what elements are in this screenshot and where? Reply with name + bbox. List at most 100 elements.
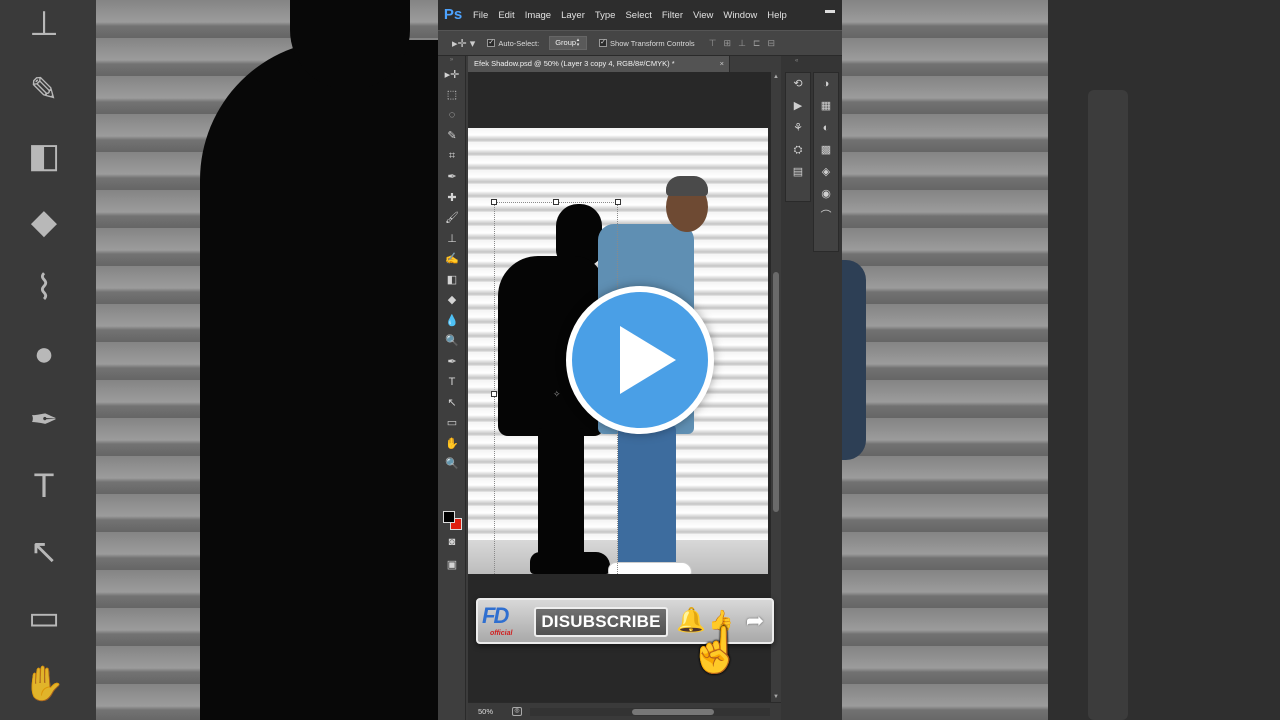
transform-handle[interactable]	[553, 199, 559, 205]
align-bottom-icon[interactable]: ⊥	[738, 38, 746, 49]
person-beanie	[666, 176, 708, 196]
toolbox: » ▸✛ ⬚ ◌ ✎ ⌗ ✒ ✚ 🖌 ⊥ ✍ ◧ ◆ 💧 🔍 ✒ T ↖ ▭ ✋ 🔍 ◙ ▣	[438, 56, 466, 720]
backdrop-bucket-icon: ◆	[30, 203, 58, 241]
eraser-tool-icon[interactable]: ◧	[438, 269, 466, 290]
scroll-up-icon[interactable]: ▲	[771, 74, 781, 80]
channels-icon[interactable]: ◉	[814, 183, 838, 205]
auto-select-checkbox[interactable]: ✓ Auto-Select:	[487, 39, 539, 48]
menu-bar: Ps File Edit Image Layer Type Select Fil…	[438, 0, 842, 30]
dodge-tool-icon[interactable]: 🔍	[438, 331, 466, 352]
backdrop-pen-icon: ✒	[29, 401, 59, 439]
brush-tool-icon[interactable]: 🖌	[438, 208, 466, 229]
healing-tool-icon[interactable]: ✚	[438, 187, 466, 208]
person-jeans	[618, 424, 676, 574]
menu-type[interactable]: Type	[595, 10, 616, 21]
scroll-down-icon[interactable]: ▼	[771, 694, 781, 700]
menu-select[interactable]: Select	[625, 10, 651, 21]
move-tool-icon[interactable]: ▸✛ ▾	[452, 37, 475, 50]
swatches-icon[interactable]: ▦	[814, 95, 838, 117]
checkbox-checked-icon: ✓	[599, 39, 608, 47]
show-transform-checkbox[interactable]: ✓ Show Transform Controls	[599, 39, 695, 48]
move-tool-icon[interactable]: ▸✛	[438, 64, 466, 85]
backdrop-rectangle-icon: ▭	[27, 599, 61, 637]
status-bar: 50% ◎	[468, 702, 781, 720]
paths-icon[interactable]: ⌒	[814, 205, 838, 227]
document-info-icon[interactable]: ◎	[512, 707, 522, 716]
backdrop-blur-icon: ⌇	[35, 269, 53, 307]
hand-tool-icon[interactable]: ✋	[438, 433, 466, 454]
foreground-color-swatch[interactable]	[443, 511, 455, 523]
panel-dock: « ⟲ ▶ ⚘ ⛭ ▤ ◑ ▦ ◐ ▩ ◈ ◉ ⌒	[781, 56, 842, 720]
transform-handle[interactable]	[491, 199, 497, 205]
backdrop-path-select-icon: ↖	[29, 533, 59, 571]
screen-mode-icon[interactable]: ▣	[438, 554, 466, 575]
quick-select-tool-icon[interactable]: ✎	[438, 126, 466, 147]
menu-edit[interactable]: Edit	[498, 10, 514, 21]
share-icon[interactable]: ➦	[740, 606, 770, 636]
align-center-icon[interactable]: ⊟	[767, 38, 775, 49]
close-icon[interactable]: ×	[720, 56, 724, 72]
play-button[interactable]	[566, 286, 714, 434]
panel-collapse-icon[interactable]: «	[795, 58, 798, 64]
blur-tool-icon[interactable]: 💧	[438, 310, 466, 331]
rectangle-tool-icon[interactable]: ▭	[438, 413, 466, 434]
vertical-scroll-thumb[interactable]	[773, 272, 779, 512]
align-middle-icon[interactable]: ⊞	[724, 38, 732, 49]
auto-select-dropdown[interactable]: Group	[549, 36, 588, 50]
menu-filter[interactable]: Filter	[662, 10, 683, 21]
marquee-tool-icon[interactable]: ⬚	[438, 85, 466, 106]
zoom-tool-icon[interactable]: 🔍	[438, 454, 466, 475]
subscribe-button[interactable]: DISUBSCRIBE	[534, 607, 668, 637]
menu-layer[interactable]: Layer	[561, 10, 585, 21]
minimize-button[interactable]: ▬	[824, 6, 836, 16]
paint-bucket-tool-icon[interactable]: ◆	[438, 290, 466, 311]
type-tool-icon[interactable]: T	[438, 372, 466, 393]
align-buttons: ⊤ ⊞ ⊥ ⊏ ⊟	[709, 38, 775, 49]
transform-center-icon[interactable]: ✧	[553, 390, 561, 399]
backdrop-scrollbar	[1088, 90, 1128, 720]
backdrop-panels	[1048, 0, 1280, 720]
menu-window[interactable]: Window	[723, 10, 757, 21]
crop-tool-icon[interactable]: ⌗	[438, 146, 466, 167]
checkbox-checked-icon: ✓	[487, 39, 496, 47]
horizontal-scrollbar[interactable]	[530, 708, 770, 716]
backdrop-type-icon: T	[33, 467, 55, 505]
tool-presets-icon[interactable]: ▤	[786, 161, 810, 183]
backdrop-toolbox: ⊥ ✎ ◧ ◆ ⌇ ● ✒ T ↖ ▭ ✋	[0, 0, 96, 720]
adjustments-icon[interactable]: ◐	[814, 117, 838, 139]
align-left-icon[interactable]: ⊏	[753, 38, 761, 49]
person-sneakers	[608, 562, 692, 574]
horizontal-scroll-thumb[interactable]	[632, 709, 714, 715]
brush-preset-icon[interactable]: ⚘	[786, 117, 810, 139]
menu-view[interactable]: View	[693, 10, 713, 21]
eyedropper-tool-icon[interactable]: ✒	[438, 167, 466, 188]
document-tab[interactable]: Efek Shadow.psd @ 50% (Layer 3 copy 4, R…	[468, 56, 730, 72]
document-title: Efek Shadow.psd @ 50% (Layer 3 copy 4, R…	[474, 59, 675, 68]
color-icon[interactable]: ◑	[814, 73, 838, 95]
menu-file[interactable]: File	[473, 10, 488, 21]
auto-select-label: Auto-Select:	[498, 38, 540, 48]
channel-logo-text: FD	[482, 603, 509, 628]
actions-icon[interactable]: ▶	[786, 95, 810, 117]
transform-handle[interactable]	[615, 199, 621, 205]
panel-column-2: ◑ ▦ ◐ ▩ ◈ ◉ ⌒	[813, 72, 839, 252]
clone-source-icon[interactable]: ⛭	[786, 139, 810, 161]
styles-icon[interactable]: ▩	[814, 139, 838, 161]
menu-help[interactable]: Help	[767, 10, 787, 21]
layers-icon[interactable]: ◈	[814, 161, 838, 183]
menu-image[interactable]: Image	[525, 10, 551, 21]
stamp-tool-icon[interactable]: ⊥	[438, 228, 466, 249]
photoshop-logo: Ps	[443, 6, 463, 23]
history-icon[interactable]: ⟲	[786, 73, 810, 95]
zoom-level[interactable]: 50%	[478, 703, 493, 720]
lasso-tool-icon[interactable]: ◌	[438, 105, 466, 126]
history-brush-tool-icon[interactable]: ✍	[438, 249, 466, 270]
toolbox-grip[interactable]: »	[438, 56, 465, 64]
tool-list: ▸✛ ⬚ ◌ ✎ ⌗ ✒ ✚ 🖌 ⊥ ✍ ◧ ◆ 💧 🔍 ✒ T ↖ ▭ ✋ 🔍	[438, 64, 465, 474]
align-top-icon[interactable]: ⊤	[709, 38, 717, 49]
quick-mask-icon[interactable]: ◙	[438, 532, 466, 553]
path-select-tool-icon[interactable]: ↖	[438, 392, 466, 413]
backdrop-dodge-icon: ●	[33, 335, 55, 373]
pen-tool-icon[interactable]: ✒	[438, 351, 466, 372]
transform-handle[interactable]	[491, 391, 497, 397]
